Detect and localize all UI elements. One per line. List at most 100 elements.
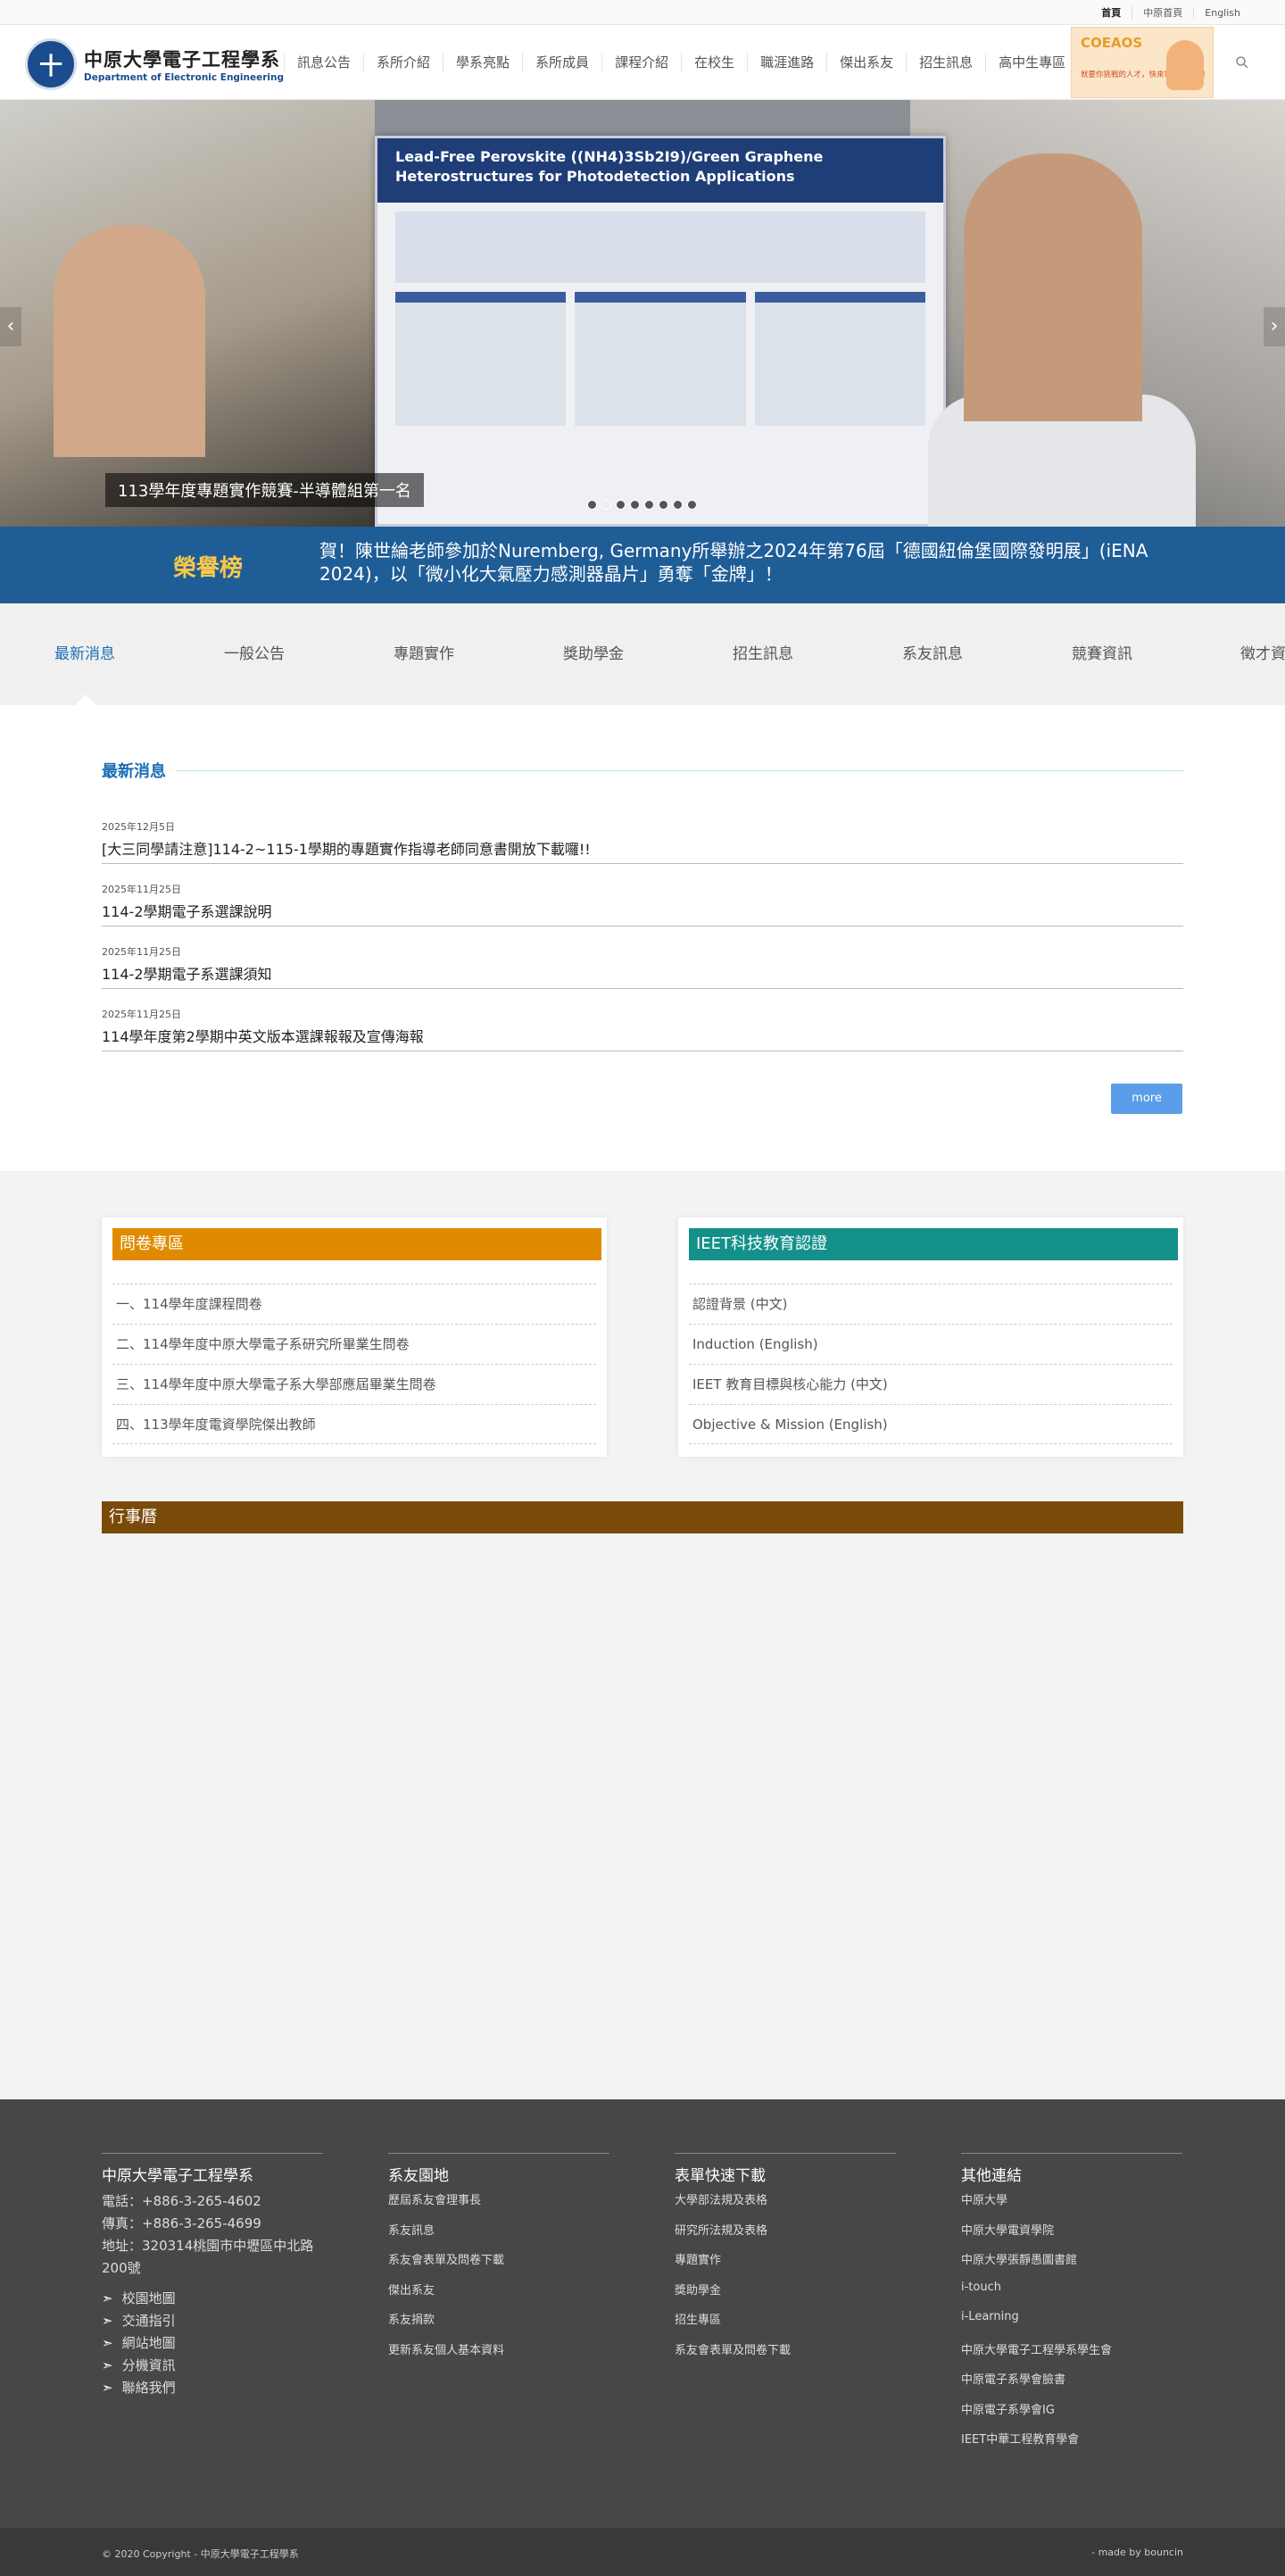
top-links: 首頁 中原首頁 English bbox=[1090, 0, 1251, 25]
site-footer: 中原大學電子工程學系 電話：+886-3-265-4602 傳真：+886-3-… bbox=[0, 2099, 1285, 2528]
news-item[interactable]: 2025年11月25日 114-2學期電子系選課說明 bbox=[102, 878, 1183, 927]
footer-link[interactable]: 系友會表單及問卷下載 bbox=[675, 2340, 896, 2371]
footer-link[interactable]: 系友捐款 bbox=[388, 2310, 609, 2340]
tab-competitions[interactable]: 競賽資訊 bbox=[1017, 603, 1187, 705]
nav-item-highschool[interactable]: 高中生專區 bbox=[985, 53, 1078, 72]
nav-item-students[interactable]: 在校生 bbox=[681, 53, 747, 72]
footer-link[interactable]: ➣ 交通指引 bbox=[102, 2311, 323, 2333]
slider-dot[interactable] bbox=[587, 500, 597, 510]
slider-dot[interactable] bbox=[616, 500, 626, 510]
footer-link[interactable]: 獎助學金 bbox=[675, 2281, 896, 2311]
footer-link[interactable]: 系友會表單及問卷下載 bbox=[388, 2250, 609, 2281]
slider-dot-active[interactable] bbox=[601, 500, 611, 510]
nav-item-announcements[interactable]: 訊息公告 bbox=[284, 53, 363, 72]
ieet-heading: IEET科技教育認證 bbox=[689, 1228, 1178, 1260]
footer-link[interactable]: i-touch bbox=[961, 2281, 1182, 2311]
top-link-cycu[interactable]: 中原首頁 bbox=[1132, 5, 1193, 20]
slider-dot[interactable] bbox=[659, 500, 668, 510]
nav-item-members[interactable]: 系所成員 bbox=[522, 53, 601, 72]
slider-dot[interactable] bbox=[673, 500, 683, 510]
slider-dot[interactable] bbox=[687, 500, 697, 510]
news-item[interactable]: 2025年11月25日 114學年度第2學期中英文版本選課報報及宣傳海報 bbox=[102, 1003, 1183, 1051]
footer-link[interactable]: ➣ 網站地圖 bbox=[102, 2333, 323, 2356]
footer-link[interactable]: 中原大學電資學院 bbox=[961, 2221, 1182, 2251]
news-title[interactable]: 114學年度第2學期中英文版本選課報報及宣傳海報 bbox=[102, 1025, 424, 1046]
honor-roll-text[interactable]: 賀！陳世綸老師參加於Nuremberg, Germany所舉辦之2024年第76… bbox=[319, 539, 1149, 586]
tab-general[interactable]: 一般公告 bbox=[170, 603, 339, 705]
ieet-box: IEET科技教育認證 認證背景 (中文) Induction (English)… bbox=[678, 1217, 1183, 1457]
footer-heading: 其他連結 bbox=[961, 2153, 1182, 2190]
ieet-link[interactable]: 認證背景 (中文) bbox=[689, 1284, 1173, 1324]
footer-link[interactable]: 招生專區 bbox=[675, 2310, 896, 2340]
made-by-link[interactable]: - made by bouncin bbox=[1091, 2547, 1183, 2558]
footer-link[interactable]: ➣ 分機資訊 bbox=[102, 2356, 323, 2378]
slider-next-icon[interactable]: › bbox=[1264, 307, 1285, 346]
top-bar: 首頁 中原首頁 English bbox=[0, 0, 1285, 25]
footer-heading: 中原大學電子工程學系 bbox=[102, 2153, 323, 2190]
student-photo-left bbox=[54, 225, 205, 457]
footer-link[interactable]: ➣ 聯絡我們 bbox=[102, 2378, 323, 2400]
nav-item-courses[interactable]: 課程介紹 bbox=[601, 53, 681, 72]
footer-link[interactable]: 中原大學 bbox=[961, 2190, 1182, 2221]
news-item[interactable]: 2025年11月25日 114-2學期電子系選課須知 bbox=[102, 941, 1183, 989]
tab-scholarships[interactable]: 獎助學金 bbox=[509, 603, 678, 705]
footer-link[interactable]: 研究所法規及表格 bbox=[675, 2221, 896, 2251]
ieet-link[interactable]: Objective & Mission (English) bbox=[689, 1404, 1173, 1444]
tab-latest-news[interactable]: 最新消息 bbox=[0, 603, 170, 705]
survey-link[interactable]: 一、114學年度課程問卷 bbox=[112, 1284, 596, 1324]
ieet-link[interactable]: IEET 教育目標與核心能力 (中文) bbox=[689, 1364, 1173, 1404]
survey-link[interactable]: 三、114學年度中原大學電子系大學部應屆畢業生問卷 bbox=[112, 1364, 596, 1404]
footer-heading: 表單快速下載 bbox=[675, 2153, 896, 2190]
footer-link[interactable]: 歷屆系友會理事長 bbox=[388, 2190, 609, 2221]
nav-item-highlights[interactable]: 學系亮點 bbox=[443, 53, 522, 72]
slider-dot[interactable] bbox=[644, 500, 654, 510]
news-title[interactable]: 114-2學期電子系選課須知 bbox=[102, 962, 272, 984]
nav-item-about[interactable]: 系所介紹 bbox=[363, 53, 443, 72]
news-date: 2025年12月5日 bbox=[102, 821, 175, 833]
footer-link[interactable]: i-Learning bbox=[961, 2310, 1182, 2340]
footer-link[interactable]: 系友訊息 bbox=[388, 2221, 609, 2251]
nav-item-alumni[interactable]: 傑出系友 bbox=[826, 53, 906, 72]
survey-link[interactable]: 四、113學年度電資學院傑出教師 bbox=[112, 1404, 596, 1444]
survey-link[interactable]: 二、114學年度中原大學電子系研究所畢業生問卷 bbox=[112, 1324, 596, 1364]
footer-link[interactable]: 傑出系友 bbox=[388, 2281, 609, 2311]
footer-link[interactable]: 專題實作 bbox=[675, 2250, 896, 2281]
footer-link[interactable]: IEET中華工程教育學會 bbox=[961, 2430, 1182, 2460]
latest-news-section: 最新消息 2025年12月5日 [大三同學請注意]114-2~115-1學期的專… bbox=[0, 705, 1285, 1171]
copyright-bar: © 2020 Copyright - 中原大學電子工程學系 - made by … bbox=[0, 2528, 1285, 2576]
footer-link[interactable]: 大學部法規及表格 bbox=[675, 2190, 896, 2221]
news-title[interactable]: [大三同學請注意]114-2~115-1學期的專題實作指導老師同意書開放下載囉!… bbox=[102, 837, 591, 859]
footer-link[interactable]: 更新系友個人基本資料 bbox=[388, 2340, 609, 2371]
mascot-illustration bbox=[1166, 40, 1204, 90]
survey-heading: 問卷專區 bbox=[112, 1228, 601, 1260]
college-banner-ad[interactable]: COEAOS 就要你挑戰的人才，快來電資學院吧！ bbox=[1071, 27, 1214, 98]
nav-item-career[interactable]: 職涯進路 bbox=[747, 53, 826, 72]
footer-link[interactable]: 中原電子系學會臉書 bbox=[961, 2370, 1182, 2400]
arrow-icon: ➣ bbox=[102, 2335, 113, 2351]
tab-jobs[interactable]: 徵才資訊 bbox=[1187, 603, 1285, 705]
news-title[interactable]: 114-2學期電子系選課說明 bbox=[102, 900, 272, 921]
slider-dot[interactable] bbox=[630, 500, 640, 510]
top-link-home[interactable]: 首頁 bbox=[1090, 5, 1132, 20]
site-logo[interactable]: 十 中原大學電子工程學系 Department of Electronic En… bbox=[25, 38, 284, 90]
slider-dots bbox=[587, 500, 697, 510]
arrow-icon: ➣ bbox=[102, 2357, 113, 2373]
poster-title: Lead-Free Perovskite ((NH4)3Sb2I9)/Green… bbox=[377, 138, 943, 203]
tab-projects[interactable]: 專題實作 bbox=[339, 603, 509, 705]
footer-heading: 系友園地 bbox=[388, 2153, 609, 2190]
tab-admissions[interactable]: 招生訊息 bbox=[678, 603, 848, 705]
footer-link[interactable]: 中原大學電子工程學系學生會 bbox=[961, 2340, 1182, 2371]
news-category-tabs: 最新消息 一般公告 專題實作 獎助學金 招生訊息 系友訊息 競賽資訊 徵才資訊 bbox=[0, 603, 1285, 705]
slider-prev-icon[interactable]: ‹ bbox=[0, 307, 21, 346]
nav-item-admissions[interactable]: 招生訊息 bbox=[906, 53, 985, 72]
news-item[interactable]: 2025年12月5日 [大三同學請注意]114-2~115-1學期的專題實作指導… bbox=[102, 816, 1183, 864]
top-link-english[interactable]: English bbox=[1193, 6, 1251, 19]
footer-link[interactable]: 中原大學張靜愚圖書館 bbox=[961, 2250, 1182, 2281]
footer-alumni: 系友園地 歷屆系友會理事長 系友訊息 系友會表單及問卷下載 傑出系友 系友捐款 … bbox=[388, 2153, 609, 2370]
tab-alumni[interactable]: 系友訊息 bbox=[848, 603, 1017, 705]
ieet-link[interactable]: Induction (English) bbox=[689, 1324, 1173, 1364]
more-button[interactable]: more bbox=[1111, 1084, 1182, 1114]
footer-link[interactable]: 中原電子系學會IG bbox=[961, 2400, 1182, 2431]
footer-link[interactable]: ➣ 校園地圖 bbox=[102, 2289, 323, 2311]
search-icon[interactable] bbox=[1235, 55, 1249, 70]
